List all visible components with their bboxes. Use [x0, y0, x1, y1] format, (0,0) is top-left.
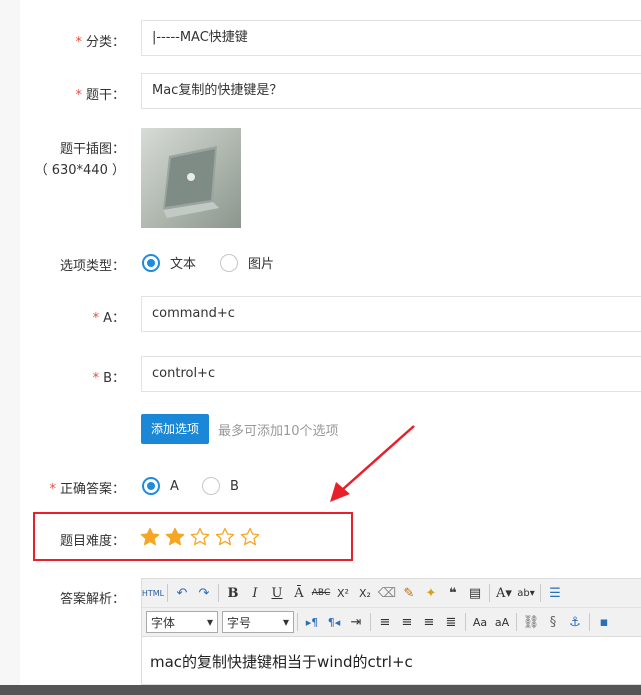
radio-unchecked-icon [202, 477, 220, 495]
html-source-icon[interactable]: HTML [142, 582, 164, 604]
analysis-label: 答案解析： [59, 592, 125, 607]
radio-unchecked-icon [220, 253, 238, 272]
rich-text-editor[interactable]: HTML ↶ ↷ B I U Ā ABC X² X₂ ⌫ ✎ ✦ ❝ ▤ A▾ … [141, 578, 641, 685]
stem-label: * 题干： [75, 88, 125, 103]
option-type-image-radio[interactable]: 图片 [220, 253, 274, 272]
italic-icon[interactable]: I [244, 582, 266, 604]
option-b-input[interactable]: control+c [141, 356, 641, 392]
annotation-highlight-box [33, 512, 353, 561]
ltr-direction-icon[interactable]: ▸¶ [301, 611, 323, 633]
eraser-icon[interactable]: ⌫ [376, 582, 398, 604]
underline-icon[interactable]: U [266, 582, 288, 604]
category-select[interactable]: |-----MAC快捷键 [141, 20, 641, 56]
editor-toolbar-row-1: HTML ↶ ↷ B I U Ā ABC X² X₂ ⌫ ✎ ✦ ❝ ▤ A▾ … [142, 579, 641, 608]
image-icon[interactable]: ▪ [593, 611, 615, 633]
font-color-icon[interactable]: A▾ [493, 582, 515, 604]
ordered-list-icon[interactable]: ☰ [544, 582, 566, 604]
correct-answer-label: * 正确答案： [49, 482, 125, 497]
radio-checked-icon [142, 253, 160, 272]
format-painter-icon[interactable]: ✎ [398, 582, 420, 604]
option-b-label: * B： [92, 371, 125, 386]
align-right-icon[interactable]: ≡ [418, 611, 440, 633]
add-option-button[interactable]: 添加选项 [141, 414, 209, 444]
stem-image-label: 题干插图： [59, 142, 125, 157]
undo-icon[interactable]: ↶ [171, 582, 193, 604]
align-center-icon[interactable]: ≡ [396, 611, 418, 633]
editor-toolbar-row-2: 字体 ▾ 字号 ▾ ▸¶ ¶◂ ⇥ ≡ ≡ ≡ ≣ Aa aA ⛓ § ⚓ ▪ [142, 608, 641, 637]
font-border-icon[interactable]: Ā [288, 582, 310, 604]
stem-image-size-label: （ 630*440 ） [34, 163, 125, 178]
anchor-icon[interactable]: ⚓ [564, 611, 586, 633]
bottom-bar [0, 685, 641, 695]
magic-wand-icon[interactable]: ✦ [420, 582, 442, 604]
laptop-photo-icon [163, 146, 219, 218]
highlight-color-icon[interactable]: ab▾ [515, 582, 537, 604]
option-a-input[interactable]: command+c [141, 296, 641, 332]
superscript-icon[interactable]: X² [332, 582, 354, 604]
option-type-text-radio[interactable]: 文本 [142, 253, 196, 272]
stem-input[interactable]: Mac复制的快捷键是？ [141, 73, 641, 109]
rtl-direction-icon[interactable]: ¶◂ [323, 611, 345, 633]
uppercase-icon[interactable]: Aa [469, 611, 491, 633]
paste-text-icon[interactable]: ▤ [464, 582, 486, 604]
subscript-icon[interactable]: X₂ [354, 582, 376, 604]
dropdown-arrow-icon: ▾ [282, 615, 289, 629]
redo-icon[interactable]: ↷ [193, 582, 215, 604]
category-label: * 分类： [75, 35, 125, 50]
lowercase-icon[interactable]: aA [491, 611, 513, 633]
editor-content[interactable]: mac的复制快捷键相当于wind的ctrl+c [150, 651, 413, 672]
unlink-icon[interactable]: § [542, 611, 564, 633]
option-a-label: * A： [92, 311, 125, 326]
blockquote-icon[interactable]: ❝ [442, 582, 464, 604]
strikethrough-icon[interactable]: ABC [310, 582, 332, 604]
correct-answer-b-radio[interactable]: B [202, 477, 239, 495]
link-icon[interactable]: ⛓ [520, 611, 542, 633]
stem-image-thumbnail[interactable] [141, 128, 241, 228]
align-left-icon[interactable]: ≡ [374, 611, 396, 633]
bold-icon[interactable]: B [222, 582, 244, 604]
indent-icon[interactable]: ⇥ [345, 611, 367, 633]
font-family-select[interactable]: 字体 ▾ [146, 611, 218, 633]
annotation-arrow-icon [330, 425, 415, 502]
correct-answer-a-radio[interactable]: A [142, 477, 179, 495]
radio-checked-icon [142, 477, 160, 495]
align-justify-icon[interactable]: ≣ [440, 611, 462, 633]
dropdown-arrow-icon: ▾ [206, 615, 213, 629]
option-type-label: 选项类型： [59, 259, 125, 274]
font-size-select[interactable]: 字号 ▾ [222, 611, 294, 633]
